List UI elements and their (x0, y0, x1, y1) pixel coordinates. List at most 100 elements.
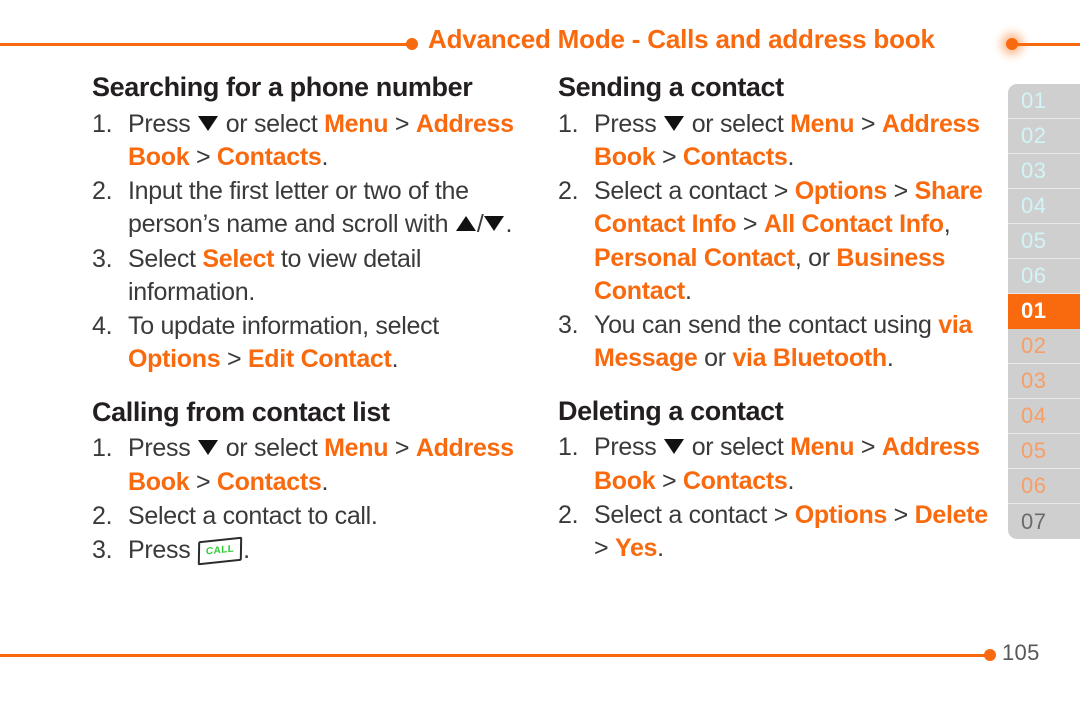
step-body: Press or select Menu > Address Book > Co… (128, 108, 532, 175)
step-body: Select a contact > Options > Delete > Ye… (594, 499, 988, 566)
header-rule-right (1018, 43, 1080, 46)
menu-path-token: Delete (914, 500, 989, 529)
step-body: Select a contact > Options > Share Conta… (594, 175, 988, 308)
menu-path-token: All Contact Info (763, 210, 944, 239)
step-text: or select (685, 433, 791, 462)
section-title: Calling from contact list (92, 396, 390, 427)
step-text: Press (594, 433, 664, 462)
chapter-tab-10[interactable]: 05 (1008, 434, 1080, 469)
step-text: Press (128, 434, 198, 463)
menu-path-token: Personal Contact (594, 243, 795, 272)
path-separator: > (887, 177, 915, 206)
chapter-tab-7[interactable]: 02 (1008, 329, 1080, 364)
step-list: 1. Press or select Menu > Address Book > … (92, 108, 532, 377)
chapter-tab-label: 03 (1021, 158, 1047, 183)
step-body: Press or select Menu > Address Book > Co… (594, 431, 988, 498)
chapter-tab-0[interactable]: 01 (1008, 84, 1080, 119)
step-text: Press (128, 536, 198, 564)
menu-path-token: Contacts (682, 466, 788, 495)
step-number: 1. (558, 109, 579, 138)
chapter-tab-label: 06 (1021, 473, 1047, 498)
step-body: Press or select Menu > Address Book > Co… (594, 108, 988, 175)
chapter-tab-label: 06 (1021, 263, 1047, 288)
section: Calling from contact list 1. Press or sele… (92, 395, 532, 568)
chapter-tab-label: 04 (1021, 403, 1047, 428)
menu-path-token: Menu (324, 434, 389, 463)
step-item: 3. Select Select to view detail informati… (92, 243, 532, 310)
step-text: Input the first letter or two of the per… (128, 177, 469, 239)
chapter-tab-9[interactable]: 04 (1008, 399, 1080, 434)
menu-path-token: Menu (790, 433, 855, 462)
step-number: 4. (92, 312, 113, 341)
step-number: 2. (92, 177, 113, 206)
section-title: Deleting a contact (558, 395, 784, 426)
step-text: . (684, 276, 692, 305)
chapter-tab-4[interactable]: 05 (1008, 224, 1080, 259)
chapter-tab-label: 04 (1021, 193, 1047, 218)
menu-path-token: Contacts (216, 142, 322, 171)
menu-path-token: Menu (790, 109, 855, 138)
path-separator: > (388, 109, 416, 138)
chapter-tab-8[interactable]: 03 (1008, 364, 1080, 399)
path-separator: > (655, 142, 683, 171)
chapter-tab-label: 02 (1021, 333, 1047, 358)
step-item: 1. Press or select Menu > Address Book > … (92, 108, 532, 175)
step-text: . (505, 210, 513, 239)
step-text: . (787, 466, 795, 495)
menu-path-token: Options (128, 345, 221, 374)
chapter-tab-6[interactable]: 01 (1008, 294, 1080, 329)
step-item: 2. Select a contact > Options > Delete > … (558, 499, 988, 566)
triangle-up-icon (455, 216, 476, 232)
step-item: 2. Select a contact to call. (92, 500, 532, 533)
footer-dot (984, 649, 996, 661)
call-key-icon: CALL (197, 536, 243, 566)
menu-path-token: Select (202, 244, 275, 273)
chapter-tab-5[interactable]: 06 (1008, 259, 1080, 294)
menu-path-token: Edit Contact (247, 345, 392, 374)
menu-path-token: Options (794, 177, 888, 206)
chapter-tab-3[interactable]: 04 (1008, 189, 1080, 224)
step-text: Select a contact > (594, 177, 795, 206)
step-item: 1. Press or select Menu > Address Book > … (558, 431, 988, 498)
step-item: 2. Select a contact > Options > Share Con… (558, 175, 988, 308)
section: Sending a contact 1. Press or select Menu … (558, 70, 988, 376)
triangle-down-icon (198, 115, 219, 131)
chapter-tab-11[interactable]: 06 (1008, 469, 1080, 504)
step-item: 4. To update information, select Options … (92, 310, 532, 377)
step-body: You can send the contact using via Messa… (594, 309, 988, 376)
step-list: 1. Press or select Menu > Address Book > … (92, 432, 532, 567)
step-body: Press or select Menu > Address Book > Co… (128, 432, 532, 499)
section-title: Searching for a phone number (92, 72, 473, 102)
path-separator: > (887, 500, 915, 529)
step-text: , or (794, 243, 837, 272)
path-separator: > (388, 434, 416, 463)
call-key-label: CALL (205, 543, 235, 558)
section: Searching for a phone number 1. Press or s… (92, 70, 532, 377)
footer-rule (0, 654, 990, 657)
chapter-tab-label: 05 (1021, 438, 1047, 463)
step-text: Select (128, 244, 203, 273)
step-body: Press CALL. (128, 534, 532, 567)
page-number: 105 (1002, 640, 1040, 665)
chapter-tab-1[interactable]: 02 (1008, 119, 1080, 154)
header-dot-right (1006, 38, 1018, 50)
chapter-tab-2[interactable]: 03 (1008, 154, 1080, 189)
step-number: 2. (558, 500, 579, 529)
step-text: Press (128, 109, 198, 138)
step-text: . (886, 344, 894, 373)
triangle-down-icon (484, 216, 505, 232)
step-body: To update information, select Options > … (128, 310, 532, 377)
path-separator: > (189, 467, 217, 496)
step-text: . (321, 142, 329, 171)
header-dot-left (406, 38, 418, 50)
left-column: Searching for a phone number 1. Press or s… (92, 70, 532, 568)
chapter-tab-strip[interactable]: 01 02 03 04 05 06 01 02 03 04 05 06 07 (1008, 84, 1080, 539)
chapter-tab-label: 05 (1021, 228, 1047, 253)
chapter-tab-12[interactable]: 07 (1008, 504, 1080, 539)
path-separator: > (736, 210, 764, 239)
step-number: 3. (92, 536, 113, 564)
header-rule-left (0, 43, 412, 46)
step-item: 2. Input the first letter or two of the p… (92, 175, 532, 242)
chapter-tab-label: 02 (1021, 123, 1047, 148)
step-number: 3. (558, 311, 579, 340)
